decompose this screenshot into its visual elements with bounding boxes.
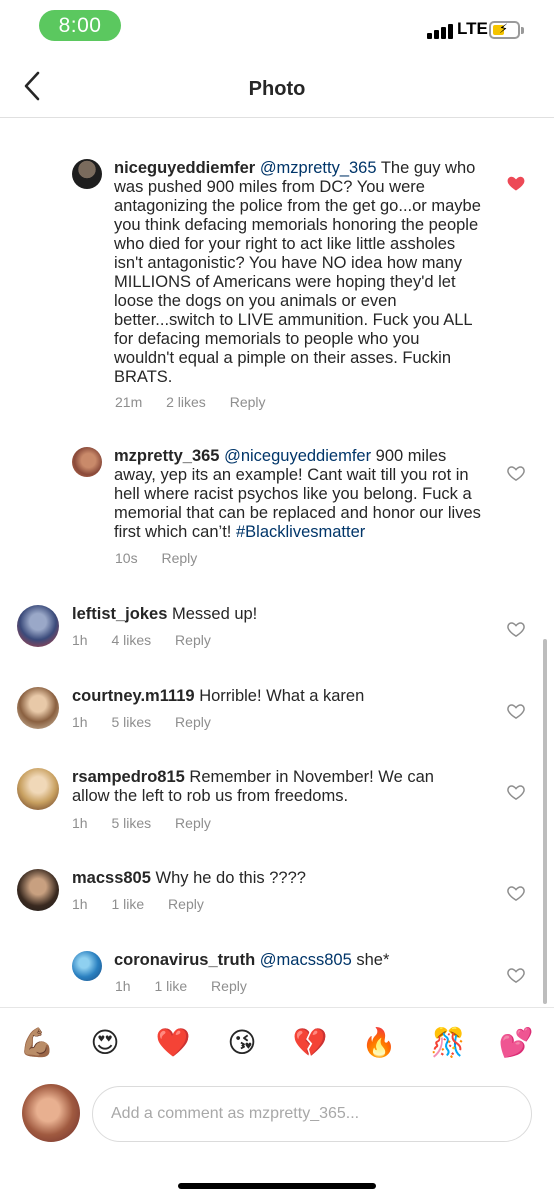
- comment-item: rsampedro815 Remember in November! We ca…: [0, 766, 554, 846]
- comment-item: leftist_jokes Messed up! 1h 4 likes Repl…: [0, 603, 554, 663]
- comment-mention[interactable]: @niceguyeddiemfer: [224, 447, 371, 465]
- comment-mention[interactable]: @macss805: [260, 951, 352, 969]
- heart-outline-icon[interactable]: [506, 701, 526, 721]
- avatar[interactable]: [17, 869, 59, 911]
- comment-time: 1h: [72, 815, 88, 831]
- comment-item: coronavirus_truth @macss805 she* 1h 1 li…: [0, 949, 554, 1007]
- comment-item: macss805 Why he do this ???? 1h 1 like R…: [0, 867, 554, 927]
- comment-item: mzpretty_365 @niceguyeddiemfer 900 miles…: [0, 445, 554, 575]
- heart-filled-icon[interactable]: [506, 173, 526, 193]
- reply-button[interactable]: Reply: [211, 978, 247, 994]
- comment-time: 10s: [115, 550, 138, 566]
- comment-meta: 21m 2 likes Reply: [115, 394, 286, 410]
- status-time[interactable]: 8:00: [39, 10, 121, 41]
- comment-time: 1h: [72, 896, 88, 912]
- reply-button[interactable]: Reply: [161, 550, 197, 566]
- comment-likes[interactable]: 5 likes: [111, 815, 151, 831]
- two-hearts-emoji-button[interactable]: 💕: [496, 1026, 536, 1060]
- scrollbar[interactable]: [543, 639, 547, 1004]
- comments-list[interactable]: —— · ——— niceguyeddiemfer @mzpretty_365 …: [0, 119, 554, 1007]
- comment-item: niceguyeddiemfer @mzpretty_365 The guy w…: [0, 157, 554, 417]
- heart-outline-icon[interactable]: [506, 965, 526, 985]
- avatar[interactable]: [22, 1084, 80, 1142]
- comment-meta: 1h 5 likes Reply: [72, 815, 231, 831]
- comment-meta: 10s Reply: [115, 550, 217, 566]
- broken-heart-emoji-button[interactable]: 💔: [290, 1026, 330, 1060]
- reply-button[interactable]: Reply: [230, 394, 266, 410]
- comment-mention[interactable]: @mzpretty_365: [260, 159, 377, 177]
- comment-text: macss805 Why he do this ????: [72, 869, 492, 888]
- red-heart-emoji-button[interactable]: ❤️: [153, 1026, 193, 1060]
- comment-text: leftist_jokes Messed up!: [72, 605, 492, 624]
- comment-body: Why he do this ????: [155, 869, 306, 887]
- reply-button[interactable]: Reply: [175, 632, 211, 648]
- comment-username[interactable]: mzpretty_365: [114, 447, 219, 465]
- comment-body: Messed up!: [171, 605, 258, 623]
- emoji-bar: 💪🏽 😍 ❤️ 😘 💔 🔥 🎊 💕: [0, 1007, 554, 1079]
- reply-button[interactable]: Reply: [175, 815, 211, 831]
- avatar[interactable]: [17, 605, 59, 647]
- comment-username[interactable]: leftist_jokes: [72, 605, 167, 623]
- comment-text: courtney.m1119 Horrible! What a karen: [72, 687, 492, 706]
- comment-meta: 1h 5 likes Reply: [72, 714, 231, 730]
- kiss-emoji-button[interactable]: 😘: [222, 1026, 262, 1060]
- avatar[interactable]: [72, 159, 102, 189]
- reply-button[interactable]: Reply: [168, 896, 204, 912]
- comment-time: 1h: [72, 714, 88, 730]
- status-bar: 8:00 LTE ⚡: [0, 0, 554, 54]
- fire-emoji-button[interactable]: 🔥: [359, 1026, 399, 1060]
- comment-username[interactable]: niceguyeddiemfer: [114, 159, 255, 177]
- comment-meta: 1h 4 likes Reply: [72, 632, 231, 648]
- comment-likes[interactable]: 4 likes: [111, 632, 151, 648]
- confetti-emoji-button[interactable]: 🎊: [428, 1026, 468, 1060]
- reply-button[interactable]: Reply: [175, 714, 211, 730]
- comment-input[interactable]: [92, 1086, 532, 1142]
- avatar[interactable]: [17, 768, 59, 810]
- comment-likes[interactable]: 5 likes: [111, 714, 151, 730]
- avatar[interactable]: [17, 687, 59, 729]
- comment-meta: 1h 1 like Reply: [72, 896, 224, 912]
- heart-outline-icon[interactable]: [506, 782, 526, 802]
- nav-bar: Photo: [0, 54, 554, 118]
- comment-text: rsampedro815 Remember in November! We ca…: [72, 768, 472, 806]
- cropped-comment-meta: —— · ———: [113, 119, 195, 123]
- comment-username[interactable]: macss805: [72, 869, 151, 887]
- comment-likes[interactable]: 1 like: [154, 978, 187, 994]
- comment-body: The guy who was pushed 900 miles from DC…: [114, 159, 481, 386]
- heart-eyes-emoji-button[interactable]: 😍: [85, 1026, 125, 1060]
- home-indicator[interactable]: [178, 1183, 376, 1189]
- battery-charging-icon: ⚡: [489, 21, 520, 39]
- comment-meta: 1h 1 like Reply: [115, 978, 267, 994]
- page-title: Photo: [248, 78, 306, 100]
- comment-time: 1h: [72, 632, 88, 648]
- comment-username[interactable]: coronavirus_truth: [114, 951, 255, 969]
- heart-outline-icon[interactable]: [506, 463, 526, 483]
- comment-likes[interactable]: 2 likes: [166, 394, 206, 410]
- flexed-biceps-emoji-button[interactable]: 💪🏽: [17, 1026, 57, 1060]
- comment-time: 21m: [115, 394, 143, 410]
- comment-hashtag[interactable]: #Blacklivesmatter: [236, 523, 365, 541]
- heart-outline-icon[interactable]: [506, 883, 526, 903]
- comment-text: niceguyeddiemfer @mzpretty_365 The guy w…: [114, 159, 484, 387]
- signal-icon: [427, 23, 453, 39]
- comment-item: courtney.m1119 Horrible! What a karen 1h…: [0, 685, 554, 745]
- comment-likes[interactable]: 1 like: [111, 896, 144, 912]
- avatar[interactable]: [72, 951, 102, 981]
- comment-username[interactable]: rsampedro815: [72, 768, 185, 786]
- comment-text: mzpretty_365 @niceguyeddiemfer 900 miles…: [114, 447, 484, 542]
- network-label: LTE: [457, 19, 488, 38]
- comment-username[interactable]: courtney.m1119: [72, 687, 195, 705]
- comment-time: 1h: [115, 978, 131, 994]
- heart-outline-icon[interactable]: [506, 619, 526, 639]
- comment-text: coronavirus_truth @macss805 she*: [114, 951, 484, 970]
- comment-body: Horrible! What a karen: [199, 687, 365, 705]
- comment-body: she*: [356, 951, 390, 969]
- avatar[interactable]: [72, 447, 102, 477]
- battery-cap: [521, 27, 524, 34]
- comment-composer: [0, 1079, 554, 1159]
